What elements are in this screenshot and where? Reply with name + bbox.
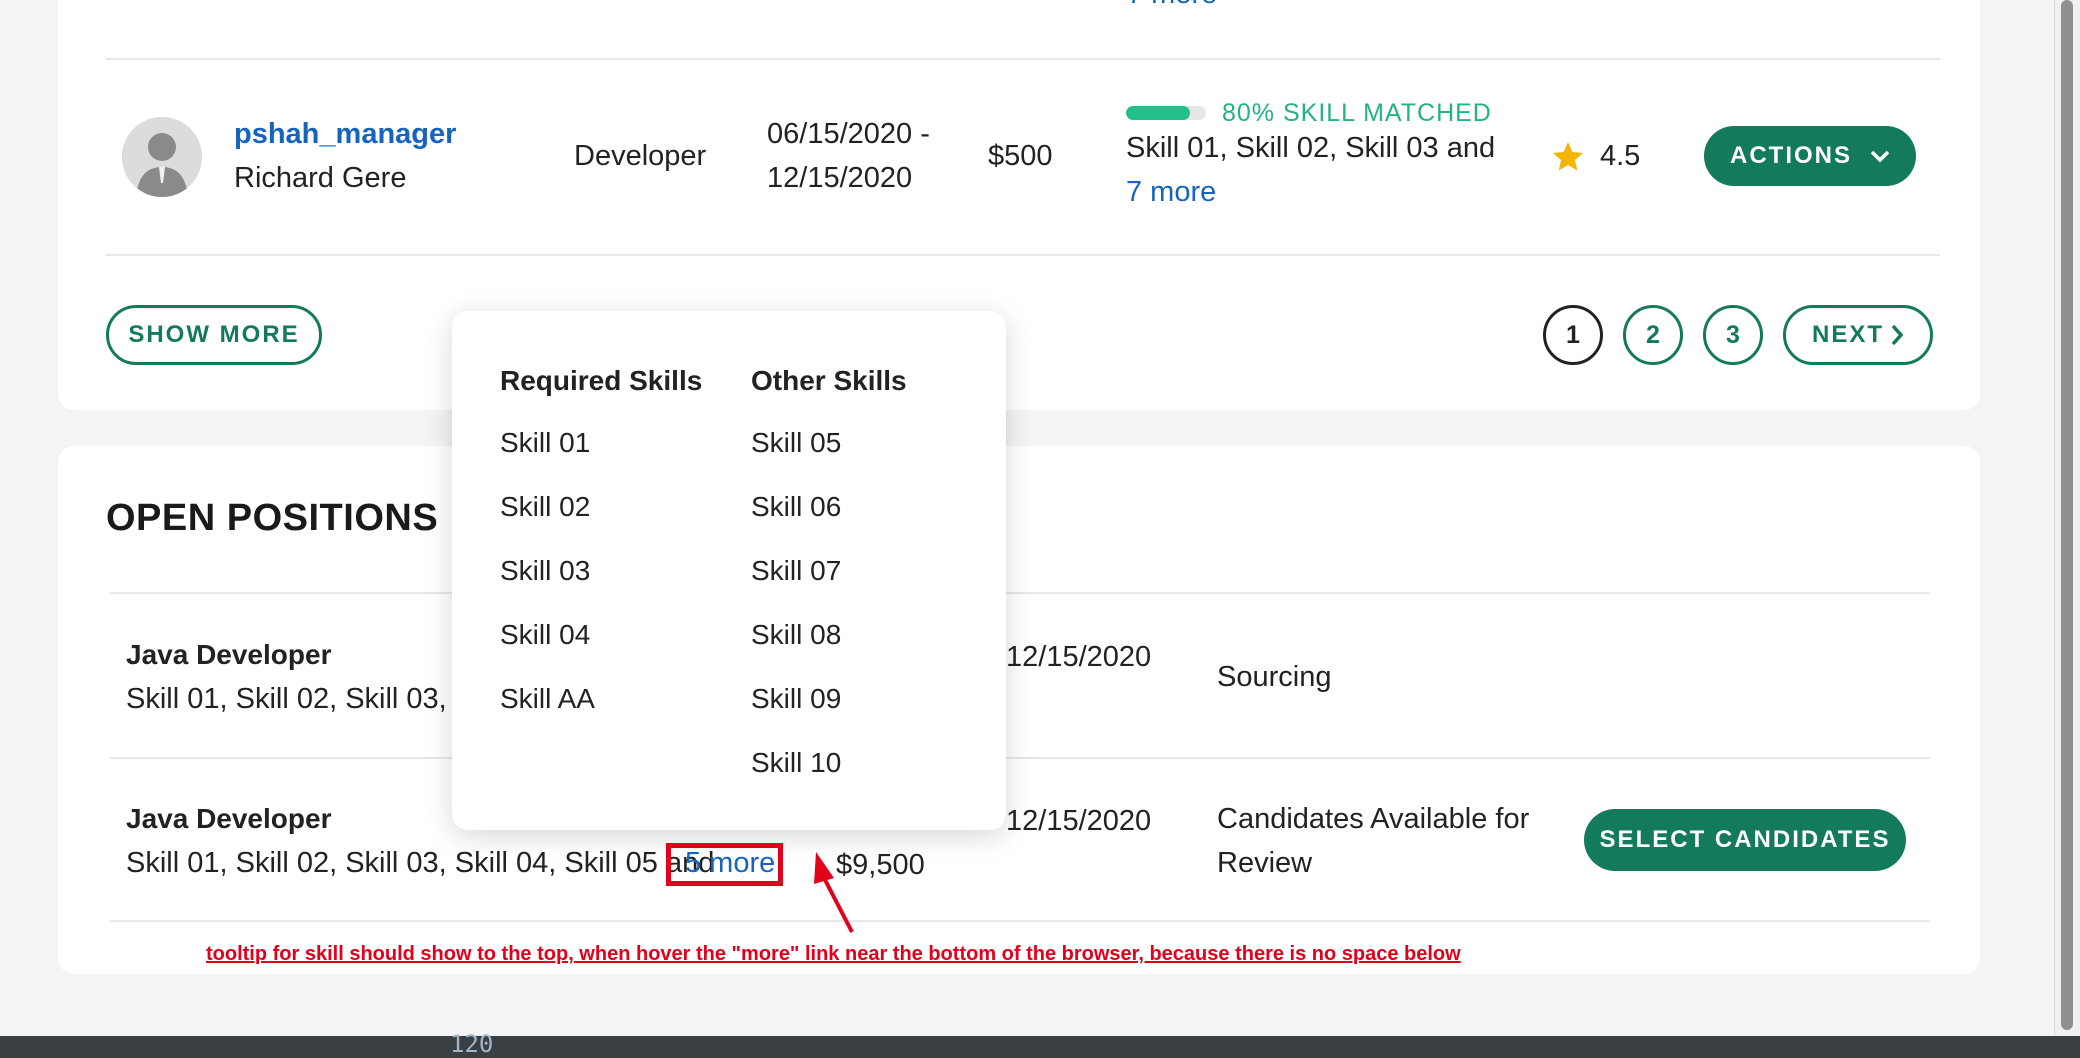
page-2-button[interactable]: 2: [1623, 305, 1683, 365]
candidate-skills-more-link[interactable]: 7 more: [1126, 176, 1216, 209]
row-divider: [110, 757, 1930, 759]
required-skill-item: Skill 04: [500, 619, 591, 650]
candidates-card: [58, 0, 1980, 410]
next-page-button[interactable]: NEXT: [1783, 305, 1933, 365]
chevron-down-icon: [1870, 150, 1890, 163]
actions-button[interactable]: ACTIONS: [1704, 126, 1916, 186]
avatar: [122, 117, 202, 197]
position-date: 12/15/2020: [1006, 805, 1152, 837]
annotation-highlight-box: [666, 843, 783, 886]
position-date: 12/15/2020: [1006, 641, 1152, 673]
candidate-date-end: 12/15/2020: [767, 162, 913, 194]
other-skill-item: Skill 05: [751, 427, 842, 458]
other-skills-title: Other Skills: [751, 365, 907, 396]
required-skills-title: Required Skills: [500, 365, 703, 396]
editor-status-bar: [0, 1036, 2080, 1058]
candidate-rating: 4.5: [1600, 140, 1641, 172]
page-1-button[interactable]: 1: [1543, 305, 1603, 365]
required-skill-item: Skill 03: [500, 555, 591, 586]
person-silhouette-icon: [122, 117, 202, 197]
position-title: Java Developer: [126, 639, 332, 670]
other-skill-item: Skill 06: [751, 491, 842, 522]
required-skill-item: Skill AA: [500, 683, 595, 714]
candidate-skills: Skill 01, Skill 02, Skill 03 and: [1126, 132, 1496, 164]
required-skills-column: Required Skills Skill 01 Skill 02 Skill …: [500, 361, 702, 743]
skills-tooltip: Required Skills Skill 01 Skill 02 Skill …: [452, 311, 1006, 830]
candidate-rate: $500: [988, 140, 1053, 172]
scrollbar-thumb[interactable]: [2061, 0, 2073, 1030]
position-skills: Skill 01, Skill 02, Skill 03, Skill 04, …: [126, 847, 715, 879]
required-skill-item: Skill 02: [500, 491, 591, 522]
row-divider: [106, 58, 1940, 60]
candidate-date-start: 06/15/2020 -: [767, 118, 930, 150]
chevron-right-icon: [1891, 324, 1904, 346]
actions-button-label: ACTIONS: [1730, 142, 1852, 169]
candidate-name: Richard Gere: [234, 162, 407, 194]
other-skill-item: Skill 10: [751, 747, 842, 778]
position-title: Java Developer: [126, 803, 332, 834]
other-skill-item: Skill 08: [751, 619, 842, 650]
required-skill-item: Skill 01: [500, 427, 591, 458]
position-status-line2: Review: [1217, 847, 1313, 879]
skill-match-label: 80% SKILL MATCHED: [1222, 99, 1492, 127]
show-more-button[interactable]: SHOW MORE: [106, 305, 322, 365]
row-divider: [106, 254, 1940, 256]
other-skill-item: Skill 07: [751, 555, 842, 586]
skill-match-progress-fill: [1126, 106, 1190, 120]
annotation-arrow-icon: [814, 852, 854, 933]
skill-match-progress: [1126, 106, 1206, 120]
position-status: Sourcing: [1217, 661, 1332, 693]
row-divider: [110, 920, 1930, 922]
candidate-role: Developer: [574, 140, 707, 172]
position-skills: Skill 01, Skill 02, Skill 03, Sk: [126, 683, 489, 715]
candidate-username-link[interactable]: pshah_manager: [234, 118, 456, 151]
open-positions-heading: OPEN POSITIONS: [106, 497, 439, 539]
line-number: 120: [450, 1030, 494, 1058]
row-divider: [110, 592, 1930, 594]
select-candidates-button[interactable]: SELECT CANDIDATES: [1584, 809, 1906, 871]
previous-row-more-link[interactable]: 7 more: [1127, 0, 1217, 11]
other-skill-item: Skill 09: [751, 683, 842, 714]
position-status: Candidates Available for: [1217, 803, 1530, 835]
other-skills-column: Other Skills Skill 05 Skill 06 Skill 07 …: [751, 361, 907, 807]
star-icon: [1553, 142, 1583, 171]
annotation-note: tooltip for skill should show to the top…: [206, 943, 1461, 965]
next-button-label: NEXT: [1811, 321, 1884, 348]
page-3-button[interactable]: 3: [1703, 305, 1763, 365]
